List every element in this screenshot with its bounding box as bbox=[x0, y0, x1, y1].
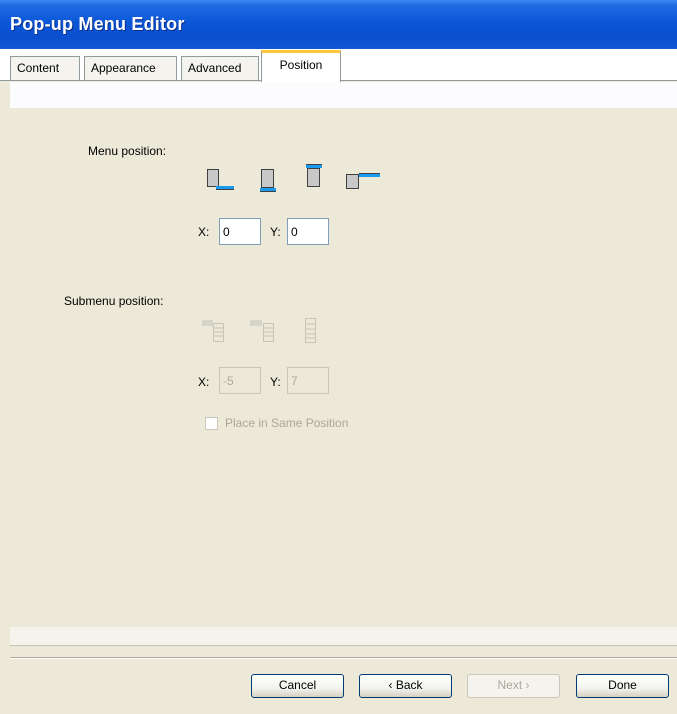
position-right-icon[interactable] bbox=[345, 168, 381, 192]
tab-content[interactable]: Content bbox=[10, 56, 80, 80]
place-in-same-position-label: Place in Same Position bbox=[225, 416, 349, 430]
back-button[interactable]: ‹ Back bbox=[359, 674, 452, 698]
position-below-icon[interactable] bbox=[257, 166, 279, 196]
position-panel bbox=[10, 108, 677, 627]
submenu-x-input[interactable] bbox=[219, 367, 261, 394]
submenu-right-icon bbox=[250, 320, 274, 342]
submenu-top-right-icon bbox=[202, 320, 224, 342]
submenu-below-icon bbox=[305, 318, 316, 343]
done-button[interactable]: Done bbox=[576, 674, 669, 698]
position-below-left-icon[interactable] bbox=[206, 166, 236, 192]
menu-x-input[interactable] bbox=[219, 218, 261, 245]
panel-edge bbox=[0, 82, 10, 645]
menu-position-label: Menu position: bbox=[88, 144, 167, 158]
submenu-y-label: Y: bbox=[270, 375, 281, 389]
footer-separator bbox=[10, 657, 677, 659]
menu-y-input[interactable] bbox=[287, 218, 329, 245]
window-title: Pop-up Menu Editor bbox=[10, 14, 185, 34]
panel-footer-strip bbox=[10, 627, 677, 646]
place-in-same-position-checkbox[interactable] bbox=[205, 417, 218, 430]
tab-appearance[interactable]: Appearance bbox=[84, 56, 177, 80]
submenu-x-label: X: bbox=[198, 375, 210, 389]
submenu-position-label: Submenu position: bbox=[64, 294, 164, 308]
position-above-icon[interactable] bbox=[303, 162, 325, 190]
menu-y-label: Y: bbox=[270, 225, 281, 239]
menu-x-label: X: bbox=[198, 225, 210, 239]
next-button[interactable]: Next › bbox=[467, 674, 560, 698]
tab-position[interactable]: Position bbox=[261, 50, 341, 82]
cancel-button[interactable]: Cancel bbox=[251, 674, 344, 698]
panel-header-strip bbox=[10, 82, 677, 108]
tab-advanced[interactable]: Advanced bbox=[181, 56, 259, 80]
title-bar: Pop-up Menu Editor bbox=[0, 0, 677, 49]
submenu-y-input[interactable] bbox=[287, 367, 329, 394]
